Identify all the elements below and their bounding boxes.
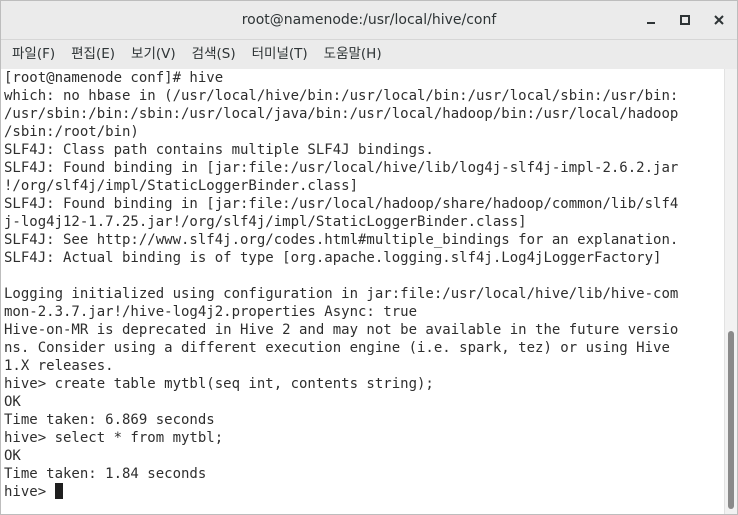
minimize-button[interactable] [641, 10, 661, 30]
menu-terminal[interactable]: 터미널(T) [244, 40, 316, 69]
terminal-line: mon-2.3.7.jar!/hive-log4j2.properties As… [4, 304, 418, 320]
maximize-button[interactable] [675, 10, 695, 30]
terminal-line: ns. Consider using a different execution… [4, 340, 670, 356]
menu-view[interactable]: 보기(V) [123, 40, 184, 69]
terminal-line: SLF4J: See http://www.slf4j.org/codes.ht… [4, 232, 679, 248]
terminal-line: which: no hbase in (/usr/local/hive/bin:… [4, 88, 679, 104]
menu-search[interactable]: 검색(S) [184, 40, 244, 69]
minimize-icon [647, 22, 655, 24]
prompt-text: hive> [4, 484, 55, 500]
terminal-line: /usr/sbin:/bin:/sbin:/usr/local/java/bin… [4, 106, 679, 122]
terminal-line: Logging initialized using configuration … [4, 286, 679, 302]
terminal-line: /sbin:/root/bin) [4, 124, 139, 140]
close-button[interactable] [709, 10, 729, 30]
window-controls [641, 1, 729, 39]
terminal-line: SLF4J: Actual binding is of type [org.ap… [4, 250, 662, 266]
menu-file[interactable]: 파일(F) [4, 40, 63, 69]
scrollbar-thumb[interactable] [728, 331, 734, 509]
maximize-icon [680, 15, 690, 25]
terminal-line: SLF4J: Found binding in [jar:file:/usr/l… [4, 160, 679, 176]
terminal-window: root@namenode:/usr/local/hive/conf 파일(F)… [0, 0, 738, 515]
terminal-line: SLF4J: Class path contains multiple SLF4… [4, 142, 434, 158]
terminal-line: hive> create table mytbl(seq int, conten… [4, 376, 434, 392]
terminal-line: Time taken: 1.84 seconds [4, 466, 207, 482]
terminal-line: Hive-on-MR is deprecated in Hive 2 and m… [4, 322, 679, 338]
title-bar[interactable]: root@namenode:/usr/local/hive/conf [1, 1, 737, 40]
vertical-scrollbar[interactable] [724, 69, 737, 514]
terminal-line: SLF4J: Found binding in [jar:file:/usr/l… [4, 196, 679, 212]
terminal-line: Time taken: 6.869 seconds [4, 412, 215, 428]
menu-help[interactable]: 도움말(H) [316, 40, 390, 69]
text-cursor [54, 483, 63, 499]
terminal-line: !/org/slf4j/impl/StaticLoggerBinder.clas… [4, 178, 359, 194]
terminal-line: 1.X releases. [4, 358, 114, 374]
terminal-line: OK [4, 448, 21, 464]
window-title: root@namenode:/usr/local/hive/conf [241, 12, 497, 28]
terminal-output[interactable]: [root@namenode conf]# hive which: no hba… [1, 69, 725, 514]
terminal-line: [root@namenode conf]# hive [4, 70, 224, 86]
terminal-line: OK [4, 394, 21, 410]
terminal-prompt-line[interactable]: hive> [4, 483, 725, 501]
terminal-line: hive> select * from mytbl; [4, 430, 224, 446]
terminal-line: j-log4j12-1.7.25.jar!/org/slf4j/impl/Sta… [4, 214, 527, 230]
menu-edit[interactable]: 편집(E) [63, 40, 123, 69]
close-icon [714, 15, 724, 25]
menu-bar: 파일(F) 편집(E) 보기(V) 검색(S) 터미널(T) 도움말(H) [1, 40, 737, 70]
